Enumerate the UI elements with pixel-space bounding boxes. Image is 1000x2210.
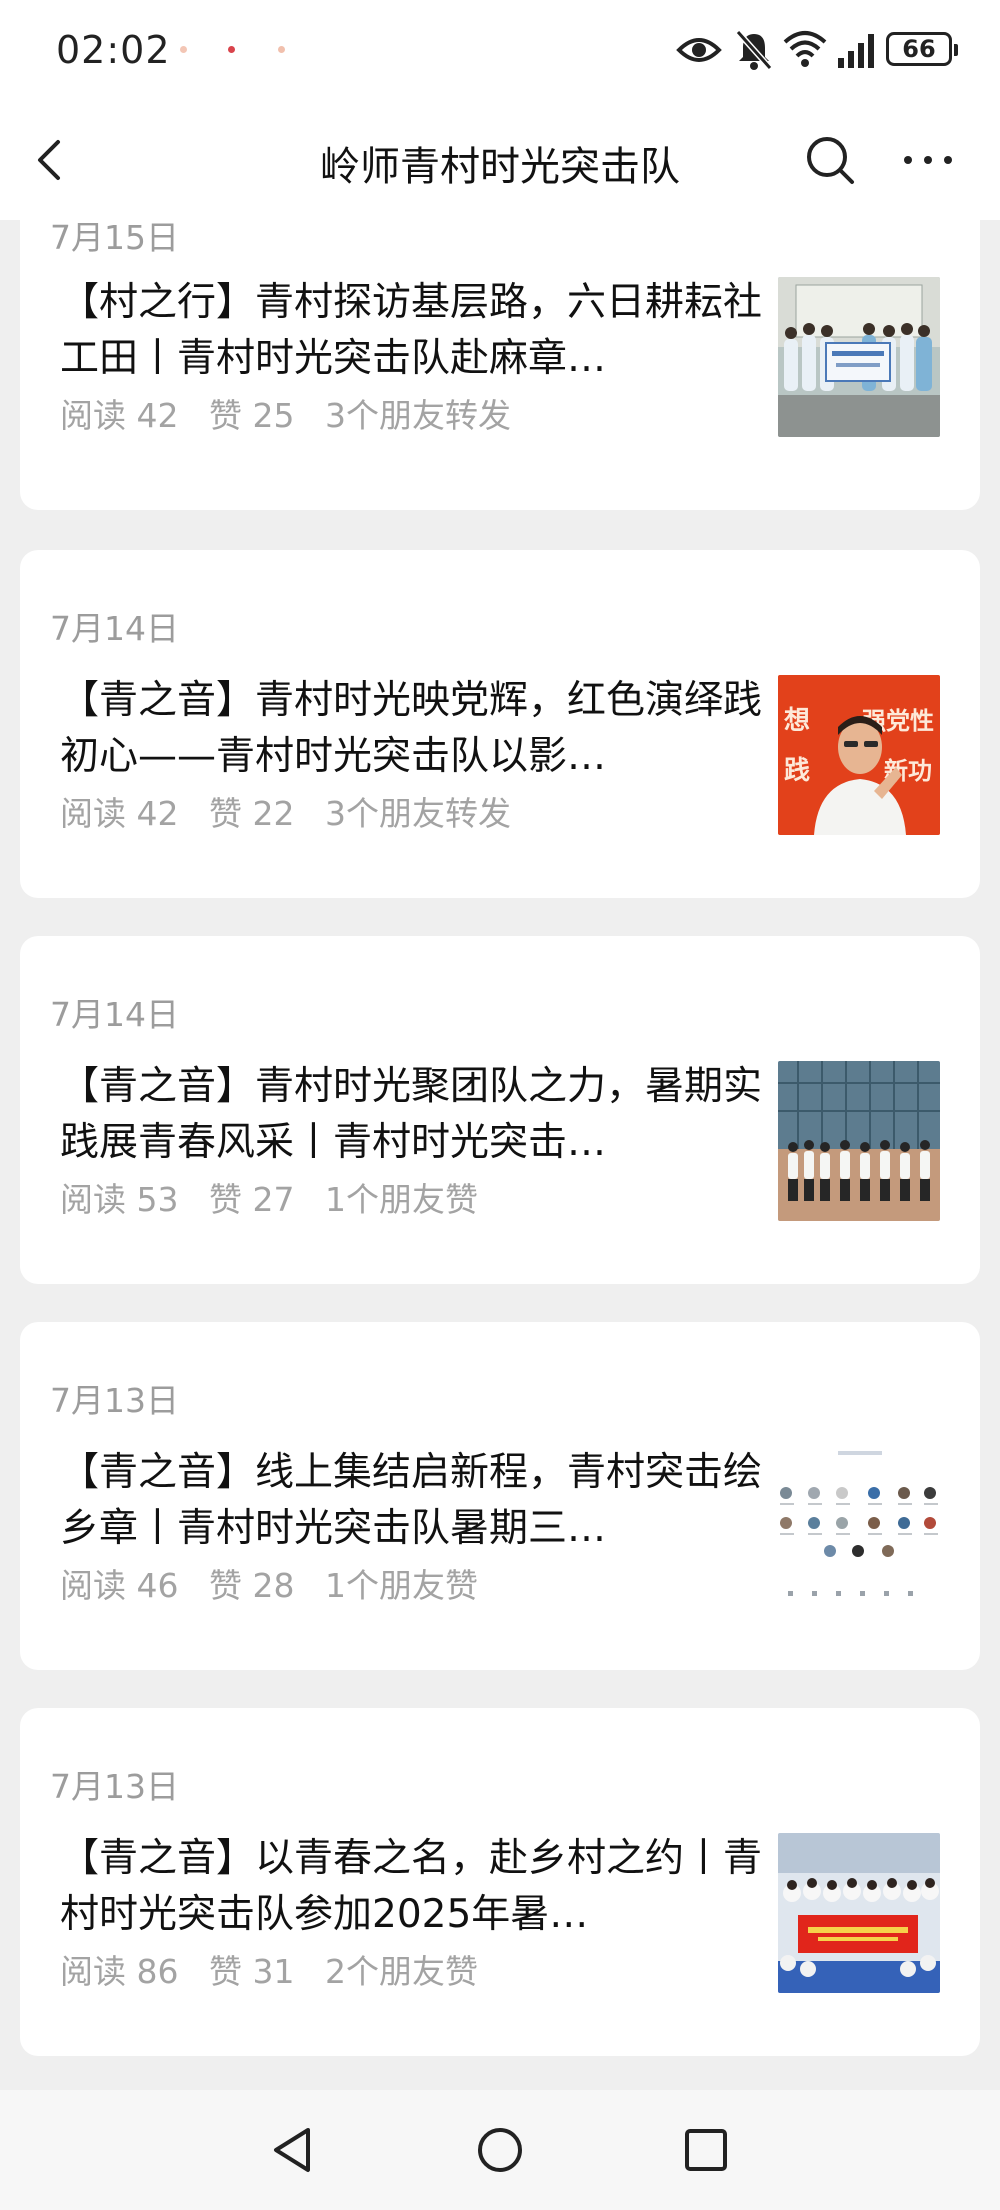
nav-bar: 岭师青村时光突击队 (0, 100, 1000, 220)
article-card[interactable]: 7月15日 【村之行】青村探访基层路，六日耕耘社工田丨青村时光突击队赴麻章… 阅… (20, 220, 980, 510)
article-thumbnail[interactable]: 想 践 强党性 新功 (778, 675, 940, 835)
back-triangle-icon[interactable] (262, 2118, 326, 2182)
read-count: 阅读 42 (60, 794, 179, 833)
read-count: 阅读 53 (60, 1180, 179, 1219)
search-icon[interactable] (800, 130, 860, 190)
article-thumbnail[interactable] (778, 1833, 940, 1993)
read-count: 阅读 42 (60, 396, 179, 435)
recents-square-icon[interactable] (674, 2118, 738, 2182)
like-count: 赞 31 (208, 1952, 295, 1991)
article-date: 7月13日 (50, 1767, 179, 1806)
banner-text: 想 (784, 706, 810, 736)
article-title[interactable]: 【青之音】以青春之名，赴乡村之约丨青村时光突击队参加2025年暑… (60, 1831, 770, 1943)
friend-activity: 1个朋友赞 (324, 1566, 478, 1605)
like-count: 赞 22 (208, 794, 295, 833)
article-date: 7月14日 (50, 995, 179, 1034)
friend-activity: 3个朋友转发 (324, 396, 511, 435)
article-card[interactable]: 7月13日 【青之音】以青春之名，赴乡村之约丨青村时光突击队参加2025年暑… … (20, 1708, 980, 2056)
article-stats: 阅读 42 赞 25 3个朋友转发 (60, 389, 531, 437)
article-card[interactable]: 7月14日 【青之音】青村时光映党辉，红色演绎践初心——青村时光突击队以影… 阅… (20, 550, 980, 898)
article-card[interactable]: 7月14日 【青之音】青村时光聚团队之力，暑期实践展青春风采丨青村时光突击… 阅… (20, 936, 980, 1284)
article-thumbnail[interactable] (778, 1447, 940, 1607)
eye-icon (676, 38, 722, 62)
friend-activity: 1个朋友赞 (324, 1180, 478, 1219)
article-date: 7月13日 (50, 1381, 179, 1420)
article-stats: 阅读 42 赞 22 3个朋友转发 (60, 787, 531, 835)
article-title[interactable]: 【青之音】线上集结启新程，青村突击绘乡章丨青村时光突击队暑期三… (60, 1445, 770, 1557)
read-count: 阅读 46 (60, 1566, 179, 1605)
article-title[interactable]: 【村之行】青村探访基层路，六日耕耘社工田丨青村时光突击队赴麻章… (60, 275, 770, 387)
system-nav-bar (0, 2090, 1000, 2210)
status-bar: 02:02 66 (0, 0, 1000, 100)
bell-muted-icon (735, 30, 773, 70)
battery-icon: 66 (886, 32, 958, 66)
home-circle-icon[interactable] (468, 2118, 532, 2182)
wifi-icon (783, 31, 827, 67)
article-stats: 阅读 46 赞 28 1个朋友赞 (60, 1559, 498, 1607)
friend-activity: 2个朋友赞 (324, 1952, 478, 1991)
like-count: 赞 28 (208, 1566, 295, 1605)
signal-icon (838, 34, 874, 68)
more-icon[interactable] (896, 130, 960, 190)
article-stats: 阅读 86 赞 31 2个朋友赞 (60, 1945, 498, 1993)
article-stats: 阅读 53 赞 27 1个朋友赞 (60, 1173, 498, 1221)
article-date: 7月15日 (50, 220, 179, 257)
article-card[interactable]: 7月13日 【青之音】线上集结启新程，青村突击绘乡章丨青村时光突击队暑期三… 阅… (20, 1322, 980, 1670)
article-thumbnail[interactable] (778, 1061, 940, 1221)
status-icons: 66 (660, 28, 960, 72)
like-count: 赞 25 (208, 396, 295, 435)
notification-dots (180, 46, 300, 56)
article-title[interactable]: 【青之音】青村时光聚团队之力，暑期实践展青春风采丨青村时光突击… (60, 1059, 770, 1171)
article-title[interactable]: 【青之音】青村时光映党辉，红色演绎践初心——青村时光突击队以影… (60, 673, 770, 785)
article-feed[interactable]: 7月15日 【村之行】青村探访基层路，六日耕耘社工田丨青村时光突击队赴麻章… 阅… (0, 220, 1000, 2090)
like-count: 赞 27 (208, 1180, 295, 1219)
article-date: 7月14日 (50, 609, 179, 648)
friend-activity: 3个朋友转发 (324, 794, 511, 833)
banner-text: 践 (784, 756, 810, 786)
read-count: 阅读 86 (60, 1952, 179, 1991)
article-thumbnail[interactable] (778, 277, 940, 437)
status-time: 02:02 (56, 28, 171, 72)
